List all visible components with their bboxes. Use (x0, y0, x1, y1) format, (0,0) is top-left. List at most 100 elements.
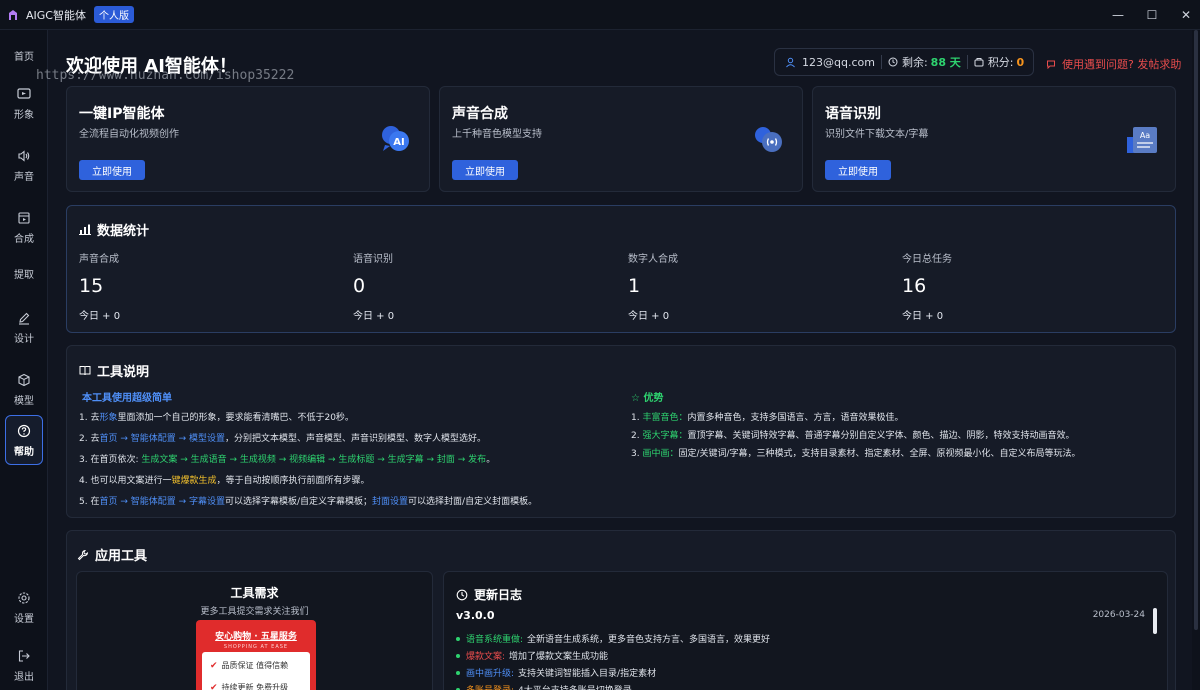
clock-icon (888, 57, 898, 67)
tools-title: 工具说明 (97, 365, 150, 380)
app-tools-panel: 应用工具 工具需求 更多工具提交需求关注我们 安心购物 · 五星服务 SHOPP… (66, 530, 1176, 690)
stat-value: 0 (353, 275, 366, 297)
stat-value: 16 (902, 275, 927, 297)
stats-title: 数据统计 (97, 224, 150, 239)
user-info-box: 123@qq.com 剩余: 88 天 积分: 0 (774, 48, 1034, 76)
advantage-line-3: 3. 画中画：固定/关键词/字幕，三种模式，支持目录素材、指定素材、全屏、原视频… (631, 449, 1081, 459)
page-scrollbar[interactable] (1192, 30, 1200, 690)
sidebar-item-logout[interactable]: 退出 (5, 640, 43, 690)
feature-desc: 全流程自动化视频创作 (79, 129, 179, 140)
stats-title-row: 数据统计 (79, 220, 149, 239)
promo-banner[interactable]: 安心购物 · 五星服务 SHOPPING AT EASE ✔ 品质保证 值得信赖 … (196, 620, 316, 690)
maximize-button[interactable]: ☐ (1138, 0, 1166, 30)
changelog-item: 爆款文案: 增加了爆款文案生成功能 (456, 649, 608, 662)
changelog-item: 多账号登录: 4大平台支持多账号切换登录 (456, 683, 632, 690)
changelog-version: v3.0.0 (456, 609, 495, 622)
promo-row-2: ✔ 持续更新 免费升级 (210, 682, 288, 690)
tool-instructions-panel: 工具说明 本工具使用超级简单 ☆ 优势 1. 去形象里面添加一个自己的形象，要求… (66, 345, 1176, 518)
instruction-line-1: 1. 去形象里面添加一个自己的形象，要求能看清嘴巴、不低于20秒。 (79, 413, 354, 423)
sidebar-item-label: 退出 (14, 672, 34, 683)
stat-voice-synthesis: 声音合成 15 今日 + 0 (79, 250, 120, 322)
main-content: 欢迎使用 AI智能体！ https://www.huzhan.com/ishop… (36, 30, 1200, 690)
stat-label: 声音合成 (79, 254, 119, 265)
changelog-tag: 语音系统重做: (466, 635, 524, 645)
stats-panel: 数据统计 声音合成 15 今日 + 0 语音识别 0 今日 + 0 数字人合成 … (66, 205, 1176, 333)
sidebar: 首页 形象 声音 合成 提取 设计 模型 帮助 设置 退出 (0, 30, 48, 690)
request-subtitle: 更多工具提交需求关注我们 (200, 607, 309, 617)
sidebar-item-avatar[interactable]: 形象 (5, 78, 43, 128)
stat-value: 1 (628, 275, 641, 297)
sidebar-item-extract[interactable]: 提取 (5, 248, 43, 298)
sidebar-item-label: 首页 (14, 51, 34, 63)
broadcast-icon (752, 123, 786, 157)
changelog-item: 画中画升级: 支持关键词智能插入目录/指定素材 (456, 666, 656, 679)
sidebar-item-settings[interactable]: 设置 (5, 582, 43, 632)
stat-speech-recognition: 语音识别 0 今日 + 0 (353, 250, 394, 322)
use-now-button[interactable]: 立即使用 (452, 160, 518, 180)
video-icon (17, 209, 31, 227)
check-icon: ✔ (210, 682, 218, 690)
sidebar-item-help[interactable]: 帮助 (5, 415, 43, 465)
minimize-button[interactable]: — (1104, 0, 1132, 30)
edition-badge: 个人版 (93, 6, 134, 23)
window-controls: — ☐ ✕ (1098, 0, 1200, 30)
avatar-icon (17, 85, 31, 103)
changelog-scrollbar[interactable] (1153, 608, 1157, 634)
advantage-line-1: 1. 丰富音色：内置多种音色，支持多国语言、方言，语音效果极佳。 (631, 413, 904, 423)
user-icon (785, 57, 796, 68)
points-label: 积分: (987, 56, 1014, 69)
tools-title-row: 工具说明 (79, 361, 149, 380)
sidebar-item-label: 声音 (14, 172, 34, 183)
promo-row-1: ✔ 品质保证 值得信赖 (210, 660, 289, 671)
points-value: 0 (1016, 55, 1025, 69)
bullet-dot (456, 636, 460, 641)
changelog-tag: 画中画升级: (466, 669, 515, 679)
stat-value: 15 (79, 275, 104, 297)
cube-icon (17, 371, 31, 389)
promo-list: ✔ 品质保证 值得信赖 ✔ 持续更新 免费升级 (202, 652, 310, 690)
sidebar-item-label: 模型 (14, 396, 34, 407)
svg-text:AI: AI (393, 137, 404, 148)
feature-title: 一键IP智能体 (79, 106, 165, 122)
sidebar-item-voice[interactable]: 声音 (5, 140, 43, 190)
page-scrollbar-thumb[interactable] (1194, 30, 1198, 630)
close-button[interactable]: ✕ (1172, 0, 1200, 30)
wrench-icon (77, 549, 89, 561)
use-now-button[interactable]: 立即使用 (825, 160, 891, 180)
apptools-title: 应用工具 (95, 549, 148, 564)
instruction-line-3: 3. 在首页依次: 生成文案 → 生成语音 → 生成视频 → 视频编辑 → 生成… (79, 455, 496, 465)
feature-title: 语音识别 (825, 106, 881, 122)
changelog-item: 语音系统重做: 全新语音生成系统，更多音色支持方言、多国语言，效果更好 (456, 632, 770, 645)
request-title: 工具需求 (230, 586, 279, 600)
advantage-line-2: 2. 强大字幕：置顶字幕、关键词特效字幕、普通字幕分别自定义字体、颜色、描边、阴… (631, 431, 1075, 441)
title-bar: AIGC智能体 个人版 — ☐ ✕ (0, 0, 1200, 30)
use-now-button[interactable]: 立即使用 (79, 160, 145, 180)
sidebar-item-label: 形象 (14, 110, 34, 121)
changelog-text: 支持关键词智能插入目录/指定素材 (518, 669, 657, 679)
changelog-date: 2026-03-24 (1092, 610, 1145, 620)
tool-request-card: 工具需求 更多工具提交需求关注我们 安心购物 · 五星服务 SHOPPING A… (76, 571, 433, 690)
app-logo-icon (4, 6, 22, 24)
speaker-icon (17, 147, 31, 165)
feature-desc: 上千种音色模型支持 (452, 129, 542, 140)
history-icon (456, 589, 468, 601)
app-name: AIGC智能体 (26, 8, 86, 22)
stat-label: 今日总任务 (902, 254, 952, 265)
stat-today: 今日 + 0 (79, 311, 121, 322)
gear-icon (17, 589, 31, 607)
feature-desc: 识别文件下载文本/字幕 (825, 129, 929, 140)
sidebar-item-design[interactable]: 设计 (5, 302, 43, 352)
promo-subtitle: SHOPPING AT EASE (223, 644, 289, 650)
sidebar-item-label: 提取 (14, 269, 34, 281)
help-forum-link[interactable]: 使用遇到问题? 发帖求助 (1046, 56, 1181, 72)
remaining-days: 88 天 (930, 56, 961, 69)
changelog-tag: 爆款文案: (466, 652, 506, 662)
sidebar-item-label: 设置 (14, 614, 34, 625)
sidebar-item-compose[interactable]: 合成 (5, 202, 43, 252)
logout-icon (17, 647, 31, 665)
check-icon: ✔ (210, 660, 218, 671)
changelog-title-row: 更新日志 (456, 586, 522, 603)
watermark-url: https://www.huzhan.com/ishop35222 (36, 68, 295, 83)
sidebar-item-model[interactable]: 模型 (5, 364, 43, 414)
document-text-icon: Aa (1125, 123, 1159, 157)
